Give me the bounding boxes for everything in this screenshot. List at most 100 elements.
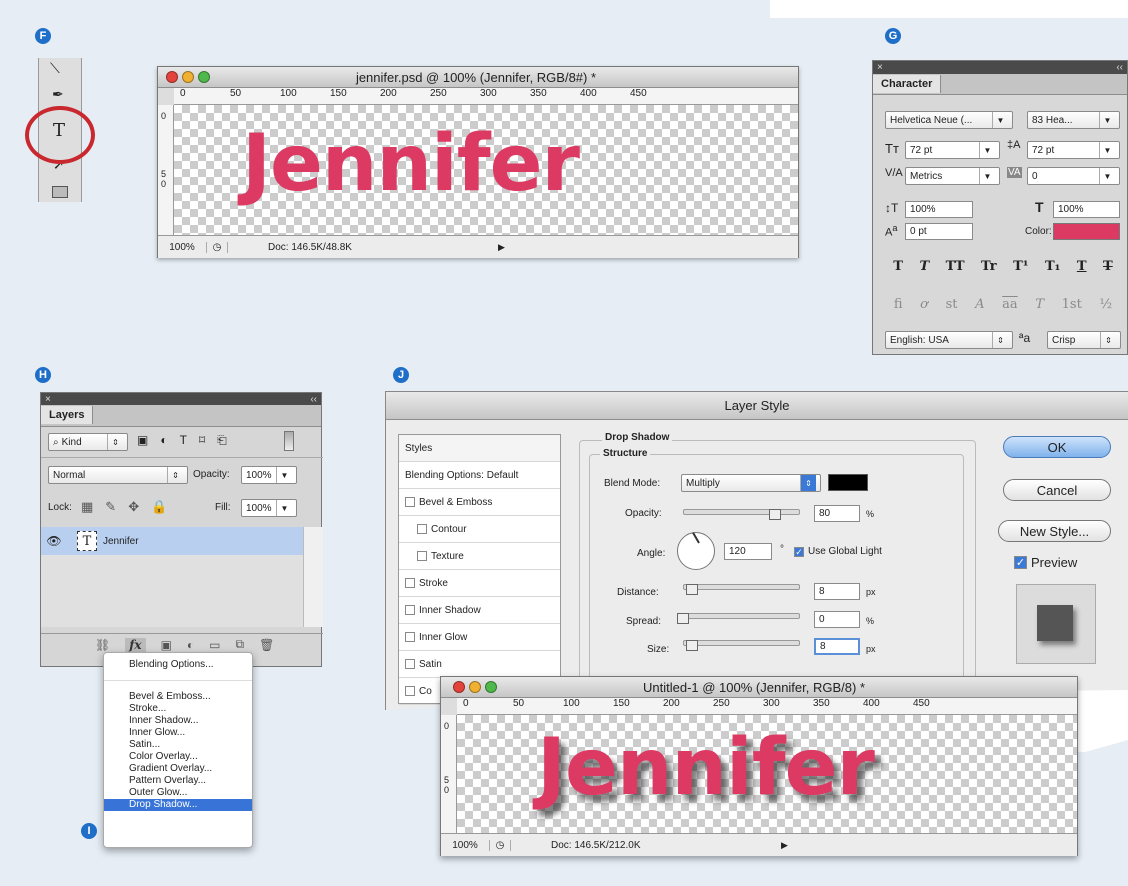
panel-close-icon[interactable]: × — [45, 394, 51, 405]
all-caps-button[interactable]: TT — [946, 259, 965, 274]
opacity-slider-thumb[interactable] — [769, 509, 781, 520]
style-bevel-emboss[interactable]: Bevel & Emboss — [399, 489, 560, 516]
shadow-color-swatch[interactable] — [828, 474, 868, 491]
menu-satin[interactable]: Satin... — [104, 739, 252, 751]
opacity-slider[interactable] — [683, 509, 800, 515]
style-stroke[interactable]: Stroke — [399, 570, 560, 597]
horizontal-scale-field[interactable]: 100% — [1053, 201, 1120, 218]
status-menu-arrow-icon[interactable]: ▶ — [781, 840, 788, 851]
layer-name[interactable]: Jennifer — [103, 536, 139, 547]
fill-field[interactable]: 100% ▼ — [241, 499, 297, 517]
close-button[interactable] — [166, 71, 178, 83]
opacity-field[interactable]: 100% ▼ — [241, 466, 297, 484]
menu-gradient-overlay[interactable]: Gradient Overlay... — [104, 763, 252, 775]
tab-layers[interactable]: Layers — [41, 406, 94, 424]
zoom-button[interactable] — [485, 681, 497, 693]
subscript-button[interactable]: T₁ — [1045, 259, 1060, 274]
panel-close-icon[interactable]: × — [877, 62, 883, 73]
font-family-select[interactable]: Helvetica Neue (... ▼ — [885, 111, 1013, 129]
swash-button[interactable]: A — [975, 297, 984, 312]
menu-inner-shadow[interactable]: Inner Shadow... — [104, 715, 252, 727]
lock-image-icon[interactable]: ✎ — [105, 499, 116, 515]
menu-blending-options[interactable]: Blending Options... — [104, 659, 252, 671]
zoom-level[interactable]: 100% — [441, 839, 490, 851]
menu-stroke[interactable]: Stroke... — [104, 703, 252, 715]
angle-dial[interactable] — [677, 532, 715, 570]
menu-outer-glow[interactable]: Outer Glow... — [104, 787, 252, 799]
faux-italic-button[interactable]: T — [919, 259, 929, 274]
pen-tool-icon[interactable]: ✒ — [52, 86, 64, 103]
minimize-button[interactable] — [469, 681, 481, 693]
size-slider[interactable] — [683, 640, 800, 646]
menu-inner-glow[interactable]: Inner Glow... — [104, 727, 252, 739]
strikethrough-button[interactable]: T — [1103, 259, 1113, 274]
style-satin[interactable]: Satin — [399, 651, 560, 678]
discretionary-ligatures-button[interactable]: st — [946, 297, 958, 312]
ligatures-button[interactable]: fi — [894, 297, 903, 312]
preview-checkbox[interactable]: ✓ Preview — [1014, 555, 1077, 570]
spread-slider-thumb[interactable] — [677, 613, 689, 624]
status-icon[interactable]: ◷ — [490, 839, 511, 851]
minimize-button[interactable] — [182, 71, 194, 83]
leading-field[interactable]: 72 pt ▼ — [1027, 141, 1120, 159]
styles-header[interactable]: Styles — [399, 435, 560, 462]
shape-filter-icon[interactable]: ⌑ — [199, 433, 205, 448]
faux-bold-button[interactable]: T — [893, 259, 903, 274]
menu-pattern-overlay[interactable]: Pattern Overlay... — [104, 775, 252, 787]
adjustment-filter-icon[interactable]: ◐ — [160, 433, 167, 448]
text-color-swatch[interactable] — [1053, 223, 1120, 240]
new-group-icon[interactable]: ▭ — [209, 638, 220, 652]
blending-options-default[interactable]: Blending Options: Default — [399, 462, 560, 489]
filter-toggle[interactable] — [284, 431, 294, 451]
menu-color-overlay[interactable]: Color Overlay... — [104, 751, 252, 763]
link-layers-icon[interactable]: ⛓ — [95, 638, 110, 652]
menu-bevel-emboss[interactable]: Bevel & Emboss... — [104, 691, 252, 703]
panel-collapse-icon[interactable]: ‹‹ — [1116, 62, 1123, 73]
anti-alias-select[interactable]: Crisp ⇕ — [1047, 331, 1121, 349]
opacity-field[interactable]: 80 — [814, 505, 860, 522]
distance-slider[interactable] — [683, 584, 800, 590]
kerning-field[interactable]: Metrics ▼ — [905, 167, 1000, 185]
fx-button[interactable]: fx — [125, 637, 146, 652]
distance-field[interactable]: 8 — [814, 583, 860, 600]
baseline-shift-field[interactable]: 0 pt — [905, 223, 973, 240]
new-style-button[interactable]: New Style... — [998, 520, 1111, 542]
superscript-button[interactable]: T¹ — [1013, 259, 1028, 274]
old-style-button[interactable]: ơ — [920, 297, 928, 312]
tracking-field[interactable]: 0 ▼ — [1027, 167, 1120, 185]
lock-transparent-icon[interactable]: ▦ — [81, 499, 93, 515]
style-contour[interactable]: Contour — [399, 516, 560, 543]
trash-icon[interactable]: 🗑 — [259, 638, 274, 652]
menu-drop-shadow[interactable]: Drop Shadow... — [104, 799, 252, 811]
stylistic-alternates-button[interactable]: aa — [1002, 297, 1018, 312]
lock-position-icon[interactable]: ✥ — [128, 499, 139, 515]
size-field[interactable]: 8 — [814, 638, 860, 655]
spread-field[interactable]: 0 — [814, 611, 860, 628]
tab-character[interactable]: Character — [873, 75, 942, 93]
cancel-button[interactable]: Cancel — [1003, 479, 1111, 501]
canvas-text-jennifer[interactable]: Jennifer — [242, 119, 580, 209]
titling-alternates-button[interactable]: T — [1035, 297, 1044, 312]
type-filter-icon[interactable]: T — [180, 433, 187, 448]
underline-button[interactable]: T — [1077, 259, 1087, 274]
filter-kind-select[interactable]: ⌕ Kind ⇕ — [48, 433, 128, 451]
font-style-select[interactable]: 83 Hea... ▼ — [1027, 111, 1120, 129]
language-select[interactable]: English: USA ⇕ — [885, 331, 1013, 349]
style-inner-shadow[interactable]: Inner Shadow — [399, 597, 560, 624]
zoom-level[interactable]: 100% — [158, 241, 207, 253]
canvas[interactable]: Jennifer — [457, 715, 1077, 833]
spread-slider[interactable] — [677, 613, 800, 619]
use-global-light-checkbox[interactable]: ✓ Use Global Light — [794, 546, 882, 557]
blend-mode-select[interactable]: Normal ⇕ — [48, 466, 188, 484]
layers-scrollbar[interactable] — [303, 527, 323, 627]
size-slider-thumb[interactable] — [686, 640, 698, 651]
smart-object-filter-icon[interactable]: ⎗ — [217, 433, 227, 448]
pixel-filter-icon[interactable]: ▣ — [137, 433, 148, 448]
ok-button[interactable]: OK — [1003, 436, 1111, 458]
canvas[interactable]: Jennifer — [174, 105, 798, 235]
style-inner-glow[interactable]: Inner Glow — [399, 624, 560, 651]
font-size-field[interactable]: 72 pt ▼ — [905, 141, 1000, 159]
angle-field[interactable]: 120 — [724, 543, 772, 560]
lock-all-icon[interactable]: 🔒 — [151, 499, 167, 515]
zoom-tool-icon[interactable]: ⟍ — [50, 60, 60, 77]
